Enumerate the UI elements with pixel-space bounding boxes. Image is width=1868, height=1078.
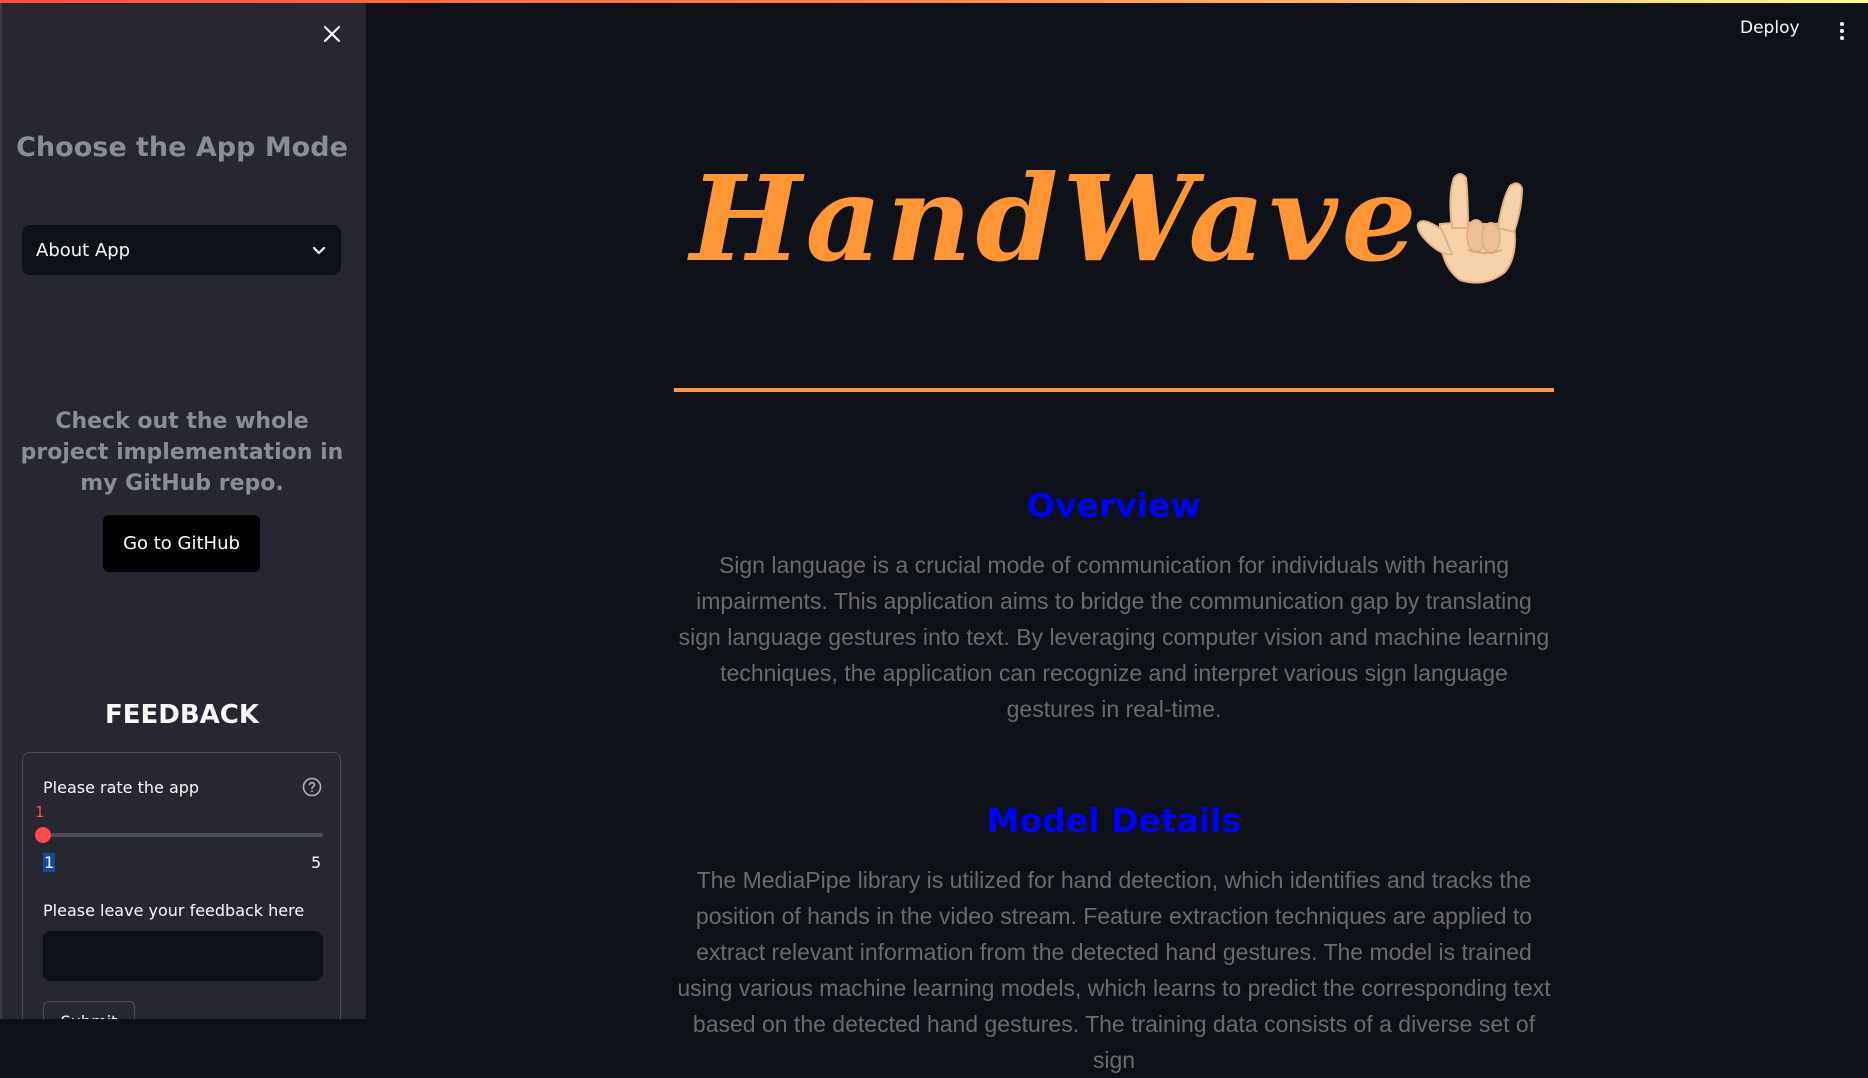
feedback-label: Please leave your feedback here (43, 901, 305, 920)
love-you-hand-icon (1416, 173, 1524, 284)
app-mode-select[interactable]: About App (22, 225, 341, 275)
title-divider (674, 388, 1554, 392)
close-icon (323, 25, 341, 43)
slider-min-label: 1 (43, 853, 56, 872)
model-details-text: The MediaPipe library is utilized for ha… (677, 867, 1551, 1073)
feedback-form: Please rate the app 1 1 5 Please leave y… (22, 752, 341, 1019)
sidebar-title: Choose the App Mode (16, 132, 348, 163)
deploy-button[interactable]: Deploy (1740, 18, 1800, 38)
top-decoration-bar (0, 0, 1868, 3)
question-circle-icon[interactable] (302, 777, 322, 797)
overview-heading: Overview (1027, 486, 1201, 525)
go-to-github-button[interactable]: Go to GitHub (103, 515, 260, 572)
slider-thumb[interactable] (35, 827, 51, 843)
slider-max-label: 5 (311, 853, 322, 872)
app-title: HandWave (690, 149, 1421, 288)
rating-slider[interactable] (35, 827, 323, 843)
overview-text: Sign language is a crucial mode of commu… (678, 552, 1550, 722)
feedback-input[interactable] (43, 931, 323, 981)
chevron-down-icon (312, 246, 326, 255)
app-mode-select-value: About App (36, 239, 131, 261)
submit-button[interactable]: Submit (43, 1001, 135, 1019)
close-sidebar-button[interactable] (316, 18, 348, 50)
github-description: Check out the whole project implementati… (20, 409, 344, 496)
feedback-heading: FEEDBACK (104, 700, 260, 730)
sidebar: Choose the App Mode About App Check out … (0, 0, 366, 1019)
slider-current-value: 1 (35, 803, 45, 821)
model-details-heading: Model Details (986, 801, 1242, 840)
kebab-menu-icon[interactable] (1832, 18, 1852, 44)
rate-label: Please rate the app (43, 778, 200, 797)
